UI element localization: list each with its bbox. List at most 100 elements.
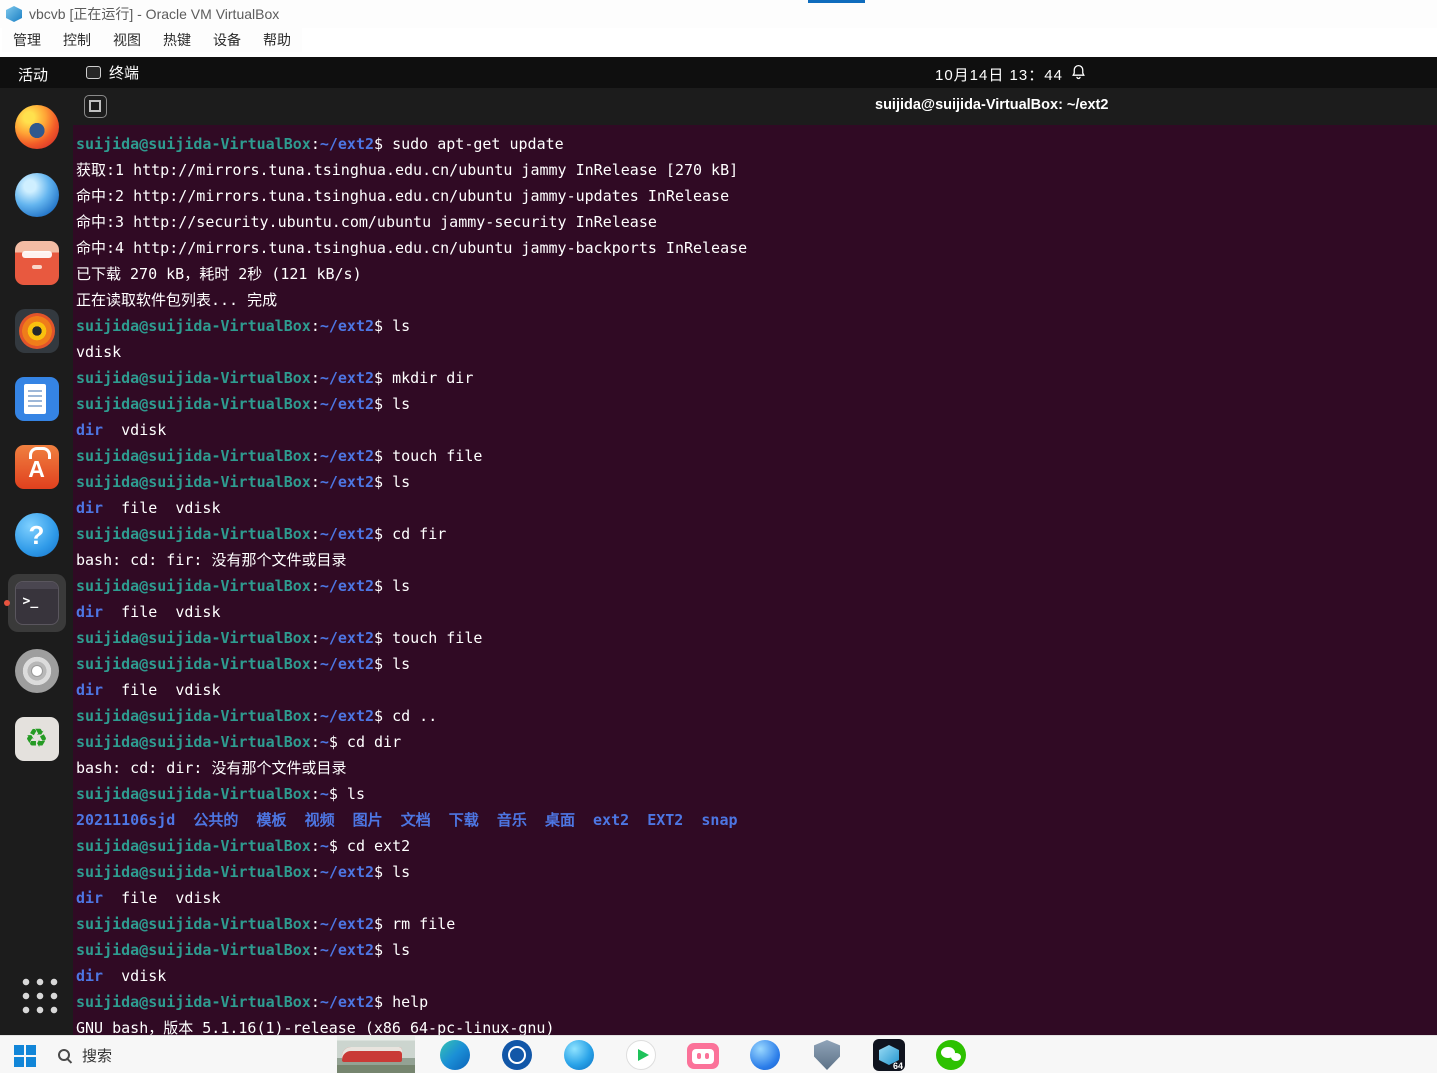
security-shield-icon [814,1040,840,1070]
menu-item-0[interactable]: 管理 [2,30,52,50]
messenger-app-icon [750,1040,780,1070]
terminal-body[interactable]: suijida@suijida-VirtualBox:~/ext2$ sudo … [73,125,1437,1035]
rhythmbox-icon [14,309,59,353]
menu-item-3[interactable]: 热键 [152,30,202,50]
terminal-line: dir file vdisk [76,889,221,907]
software-dock-item[interactable] [8,438,66,496]
terminal-dock-item[interactable] [3,574,66,632]
terminal-line: bash: cd: fir: 没有那个文件或目录 [76,551,347,569]
start-button[interactable] [0,1036,48,1073]
search-label: 搜索 [82,1047,113,1065]
running-indicator-dot [3,600,10,606]
music-app-icon [502,1040,532,1070]
virtualbox-logo-icon [6,6,22,22]
writer-dock-item[interactable] [8,370,66,428]
ubuntu-dock [0,88,73,1035]
terminal-line: suijida@suijida-VirtualBox:~/ext2$ rm fi… [76,915,456,933]
trash-icon [14,717,59,761]
news-widget-thumbnail[interactable] [337,1036,415,1073]
edge-icon [440,1040,470,1070]
terminal-line: 命中:4 http://mirrors.tuna.tsinghua.edu.cn… [76,239,748,257]
disc-icon [14,649,59,693]
edge-taskbar-button[interactable] [424,1036,486,1073]
terminal-line: 获取:1 http://mirrors.tuna.tsinghua.edu.cn… [76,161,739,179]
cabinet-dock-item[interactable] [8,234,66,292]
firefox-icon [14,105,59,149]
terminal-line: suijida@suijida-VirtualBox:~$ ls [76,785,365,803]
terminal-line: suijida@suijida-VirtualBox:~/ext2$ ls [76,941,411,959]
ubuntu-topbar: 活动 终端 10月14日 13：44 [0,57,1437,88]
wechat-taskbar-button[interactable] [920,1036,982,1073]
messenger-app-taskbar-button[interactable] [734,1036,796,1073]
terminal-line: suijida@suijida-VirtualBox:~/ext2$ help [76,993,429,1011]
cabinet-icon [14,241,59,285]
terminal-line: suijida@suijida-VirtualBox:~/ext2$ cd fi… [76,525,447,543]
clock[interactable]: 10月14日 13：44 [935,64,1063,85]
video-play-icon [626,1040,656,1070]
terminal-line: suijida@suijida-VirtualBox:~/ext2$ ls [76,473,411,491]
menu-item-2[interactable]: 视图 [102,30,152,50]
focused-app-indicator[interactable]: 终端 [86,62,139,83]
security-shield-taskbar-button[interactable] [796,1036,858,1073]
globe-icon [14,173,59,217]
window-title: vbcvb [正在运行] - Oracle VM VirtualBox [29,6,280,22]
terminal-mini-icon [86,66,101,79]
terminal-title: suijida@suijida-VirtualBox: ~/ext2 [875,97,1109,113]
terminal-line: dir vdisk [76,421,167,439]
globe-dock-item[interactable] [8,166,66,224]
terminal-line: 正在读取软件包列表... 完成 [76,291,278,309]
activities-button[interactable]: 活动 [18,64,48,85]
terminal-line: suijida@suijida-VirtualBox:~$ cd dir [76,733,402,751]
browser-app-taskbar-button[interactable] [548,1036,610,1073]
terminal-line: dir file vdisk [76,681,221,699]
help-icon [14,513,59,557]
menu-item-1[interactable]: 控制 [52,30,102,50]
search-icon [58,1049,70,1061]
taskbar-icons: 64 [424,1036,982,1073]
terminal-headerbar[interactable]: suijida@suijida-VirtualBox: ~/ext2 [73,88,1437,125]
terminal-line: suijida@suijida-VirtualBox:~/ext2$ ls [76,577,411,595]
top-blue-strip [808,0,865,3]
terminal-line: 命中:2 http://mirrors.tuna.tsinghua.edu.cn… [76,187,730,205]
terminal-line: dir file vdisk [76,603,221,621]
browser-app-icon [564,1040,594,1070]
windows-taskbar: 搜索 64 [0,1035,1437,1073]
disc-dock-item[interactable] [8,642,66,700]
terminal-line: suijida@suijida-VirtualBox:~/ext2$ ls [76,317,411,335]
terminal-line: 命中:3 http://security.ubuntu.com/ubuntu j… [76,213,657,231]
terminal-line: 20211106sjd 公共的 模板 视频 图片 文档 下载 音乐 桌面 ext… [76,811,738,829]
terminal-line: dir file vdisk [76,499,221,517]
rhythmbox-dock-item[interactable] [8,302,66,360]
video-play-taskbar-button[interactable] [610,1036,672,1073]
windows-logo-icon [13,1044,24,1055]
terminal-line: bash: cd: dir: 没有那个文件或目录 [76,759,347,777]
terminal-window: suijida@suijida-VirtualBox: ~/ext2 suiji… [73,88,1437,1035]
terminal-line: 已下载 270 kB，耗时 2秒 (121 kB/s) [76,265,362,283]
help-dock-item[interactable] [8,506,66,564]
music-app-taskbar-button[interactable] [486,1036,548,1073]
menu-item-4[interactable]: 设备 [202,30,252,50]
app-grid-icon [15,972,58,1014]
trash-dock-item[interactable] [8,710,66,768]
firefox-dock-item[interactable] [8,98,66,156]
focused-app-name: 终端 [109,65,140,82]
terminal-line: suijida@suijida-VirtualBox:~/ext2$ ls [76,655,411,673]
terminal-new-tab-button[interactable] [84,95,107,118]
taskbar-search[interactable]: 搜索 [58,1036,112,1073]
app-grid-dock-item[interactable] [8,964,66,1022]
screen: vbcvb [正在运行] - Oracle VM VirtualBox 管理 控制… [0,0,1437,1073]
menu-item-5[interactable]: 帮助 [252,30,302,50]
terminal-line: suijida@suijida-VirtualBox:~/ext2$ ls [76,863,411,881]
terminal-line: suijida@suijida-VirtualBox:~/ext2$ mkdir… [76,369,474,387]
vbox-titlebar: vbcvb [正在运行] - Oracle VM VirtualBox [0,0,1437,28]
virtualbox-vm-icon: 64 [873,1039,905,1071]
vbox-menubar: 管理 控制 视图 热键 设备 帮助 [2,28,302,52]
virtualbox-vm-taskbar-button[interactable]: 64 [858,1036,920,1073]
writer-icon [14,377,59,421]
software-icon [14,445,59,489]
terminal-line: vdisk [76,343,122,361]
bilibili-taskbar-button[interactable] [672,1036,734,1073]
bilibili-icon [687,1043,719,1069]
notification-bell-icon[interactable] [1070,63,1087,86]
vm-bits-badge: 64 [892,1061,903,1071]
